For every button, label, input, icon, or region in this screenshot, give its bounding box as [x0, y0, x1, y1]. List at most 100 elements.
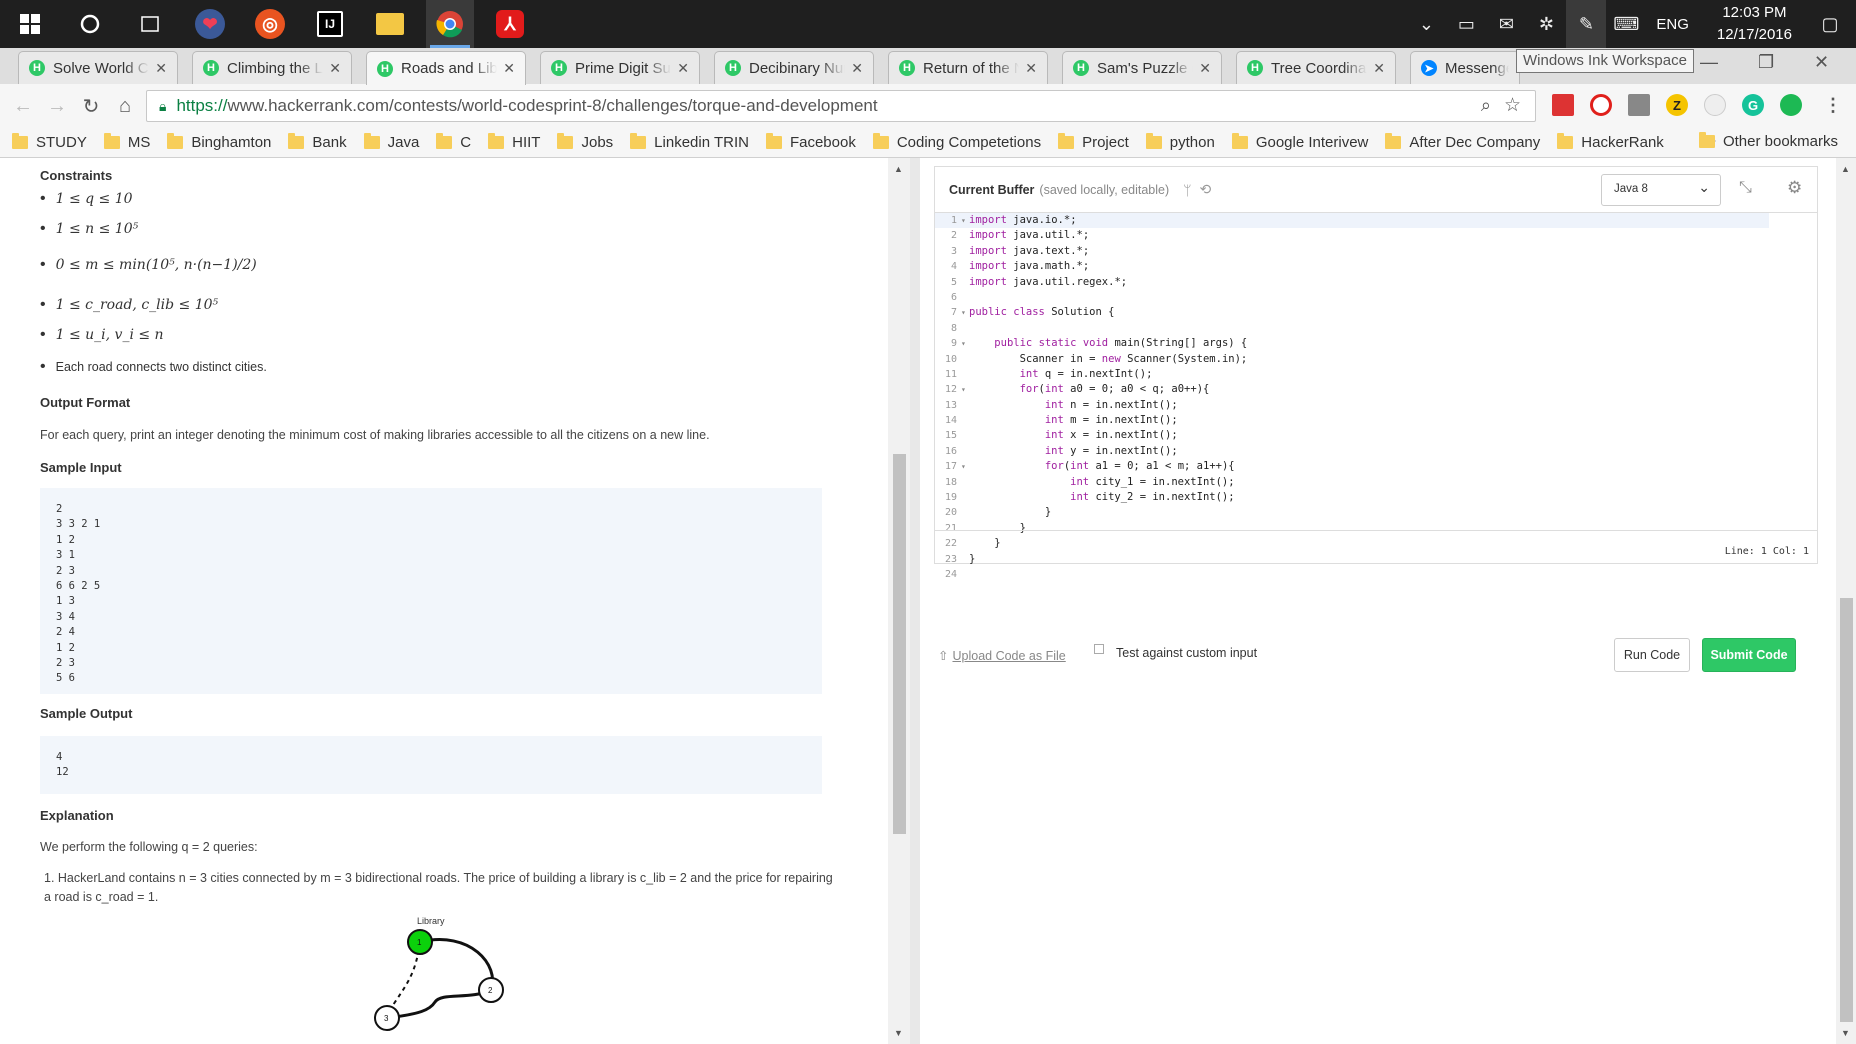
scroll-down-icon[interactable]: ▼ [894, 1028, 903, 1038]
tab-climbing-leaderboard[interactable]: H Climbing the Leaderboard ✕ [192, 51, 352, 84]
tab-return-of-the-nim[interactable]: H Return of the Nim ✕ [888, 51, 1048, 84]
keyboard-icon[interactable]: ⌨ [1606, 14, 1646, 35]
run-code-button[interactable]: Run Code [1614, 638, 1690, 672]
bookmark-jobs[interactable]: Jobs [557, 133, 613, 151]
tab-decibinary-numbers[interactable]: H Decibinary Numbers ✕ [714, 51, 874, 84]
restore-icon[interactable]: ❐ [1758, 52, 1774, 73]
code-area[interactable]: 1 ▾ import java.io.*; 2 import java.util.*; 3… [935, 213, 1817, 580]
code-line[interactable]: 20 } [935, 505, 1817, 520]
pocket-app-icon[interactable]: ❤ [186, 0, 234, 48]
tab-sams-puzzle[interactable]: H Sam's Puzzle (Approximate) ✕ [1062, 51, 1222, 84]
opera-extension-icon[interactable] [1590, 94, 1612, 116]
intellij-app-icon[interactable]: IJ [306, 0, 354, 48]
bookmark-python[interactable]: python [1145, 133, 1215, 151]
code-line[interactable]: 19 int city_2 = in.nextInt(); [935, 490, 1817, 505]
code-line[interactable]: 7 ▾ public class Solution { [935, 305, 1817, 320]
bookmark-binghamton[interactable]: Binghamton [167, 133, 271, 151]
reader-extension-icon[interactable] [1628, 94, 1650, 116]
system-clock[interactable]: 12:03 PM 12/17/2016 [1699, 2, 1810, 46]
bookmark-java[interactable]: Java [363, 133, 419, 151]
bookmark-project[interactable]: Project [1058, 133, 1129, 151]
close-icon[interactable]: ✕ [677, 60, 689, 77]
antivirus-icon[interactable]: ✲ [1526, 14, 1566, 35]
chrome-menu-icon[interactable]: ⋮ [1822, 94, 1844, 116]
code-line[interactable]: 16 int y = in.nextInt(); [935, 444, 1817, 459]
bookmark-facebook[interactable]: Facebook [765, 133, 856, 151]
minimize-icon[interactable]: — [1700, 52, 1718, 73]
fold-toggle-icon[interactable]: ▾ [961, 213, 969, 228]
z-extension-icon[interactable]: Z [1666, 94, 1688, 116]
pane-divider[interactable] [910, 158, 920, 1044]
scroll-down-icon[interactable]: ▼ [1841, 1028, 1850, 1038]
code-editor[interactable]: 1 ▾ import java.io.*; 2 import java.util.*; 3… [934, 212, 1818, 580]
chrome-app-icon[interactable] [426, 0, 474, 48]
action-center-icon[interactable]: ▢ [1810, 14, 1850, 35]
home-icon[interactable]: ⌂ [108, 95, 142, 118]
code-line[interactable]: 1 ▾ import java.io.*; [935, 213, 1769, 229]
chevron-up-icon[interactable]: ⌄ [1406, 14, 1446, 35]
code-line[interactable]: 18 int city_1 = in.nextInt(); [935, 475, 1817, 490]
fold-toggle-icon[interactable]: ▾ [961, 305, 969, 320]
close-icon[interactable]: ✕ [329, 60, 341, 77]
code-line[interactable]: 21 } [935, 521, 1817, 536]
code-line[interactable]: 8 [935, 321, 1817, 336]
code-line[interactable]: 15 int x = in.nextInt(); [935, 428, 1817, 443]
extension-bookmark-icon[interactable] [1552, 94, 1574, 116]
star-icon[interactable]: ☆ [1504, 94, 1521, 117]
bookmark-google-interivew[interactable]: Google Interivew [1231, 133, 1368, 151]
code-line[interactable]: 11 int q = in.nextInt(); [935, 367, 1817, 382]
fold-toggle-icon[interactable]: ▾ [961, 459, 969, 474]
language-select[interactable]: Java 8 [1601, 174, 1721, 206]
other-bookmarks[interactable]: Other bookmarks [1698, 132, 1838, 150]
close-icon[interactable]: ✕ [1025, 60, 1037, 77]
code-line[interactable]: 10 Scanner in = new Scanner(System.in); [935, 352, 1817, 367]
cortana-icon[interactable] [66, 0, 114, 48]
code-line[interactable]: 23} [935, 552, 1817, 567]
bookmark-study[interactable]: STUDY [12, 133, 87, 151]
close-window-icon[interactable]: ✕ [1814, 52, 1829, 73]
history-icon[interactable]: ⟲ [1200, 181, 1212, 198]
code-line[interactable]: 2 import java.util.*; [935, 228, 1817, 243]
code-line[interactable]: 12 ▾ for(int a0 = 0; a0 < q; a0++){ [935, 382, 1817, 397]
custom-input-checkbox[interactable] [1094, 644, 1104, 654]
code-line[interactable]: 9 ▾ public static void main(String[] args… [935, 336, 1817, 351]
branch-icon[interactable]: ᛘ [1183, 182, 1191, 198]
tab-messenger[interactable]: ➤ Messenger [1410, 51, 1520, 84]
scroll-up-icon[interactable]: ▲ [1841, 164, 1850, 174]
scroll-up-icon[interactable]: ▲ [894, 164, 903, 174]
code-line[interactable]: 13 int n = in.nextInt(); [935, 398, 1817, 413]
fold-toggle-icon[interactable]: ▾ [961, 382, 969, 397]
tab-solve-world-codesprint[interactable]: H Solve World Codesprint 8 ✕ [18, 51, 178, 84]
scrollbar-thumb[interactable] [1840, 598, 1853, 1022]
scrollbar-thumb[interactable] [893, 454, 906, 834]
task-view-icon[interactable] [126, 0, 174, 48]
forward-icon[interactable]: → [40, 95, 74, 118]
zoom-icon[interactable]: ⌕ [1481, 95, 1491, 116]
bookmark-coding-competetions[interactable]: Coding Competetions [872, 133, 1041, 151]
reload-icon[interactable]: ↻ [74, 94, 108, 119]
bookmark-ms[interactable]: MS [103, 133, 150, 151]
tab-roads-and-libraries[interactable]: H Roads and Libraries ✕ [366, 51, 526, 85]
bookmark-after-dec-company[interactable]: After Dec Company [1385, 133, 1540, 151]
submit-code-button[interactable]: Submit Code [1702, 638, 1796, 672]
code-line[interactable]: 4 import java.math.*; [935, 259, 1817, 274]
windows-start-icon[interactable] [6, 0, 54, 48]
problem-scrollbar[interactable]: ▲ ▼ [888, 158, 910, 1044]
pen-icon[interactable]: ✎ [1566, 0, 1607, 48]
tab-prime-digit-sums[interactable]: H Prime Digit Sums ✕ [540, 51, 700, 84]
mail-icon[interactable]: ✉ [1486, 14, 1526, 35]
back-icon[interactable]: ← [6, 95, 40, 118]
tab-tree-coordinates[interactable]: H Tree Coordinates ✕ [1236, 51, 1396, 84]
fold-toggle-icon[interactable]: ▾ [961, 336, 969, 351]
battery-icon[interactable]: ▭ [1446, 14, 1486, 35]
grammarly-icon[interactable]: G [1742, 94, 1764, 116]
page-scrollbar[interactable]: ▲ ▼ [1836, 158, 1856, 1044]
acrobat-app-icon[interactable]: ⅄ [486, 0, 534, 48]
file-explorer-icon[interactable] [366, 0, 414, 48]
green-extension-icon[interactable] [1780, 94, 1802, 116]
bookmark-hiit[interactable]: HIIT [488, 133, 540, 151]
bookmark-linkedin-trin[interactable]: Linkedin TRIN [630, 133, 749, 151]
close-icon[interactable]: ✕ [1373, 60, 1385, 77]
code-line[interactable]: 6 [935, 290, 1817, 305]
bookmark-bank[interactable]: Bank [288, 133, 347, 151]
